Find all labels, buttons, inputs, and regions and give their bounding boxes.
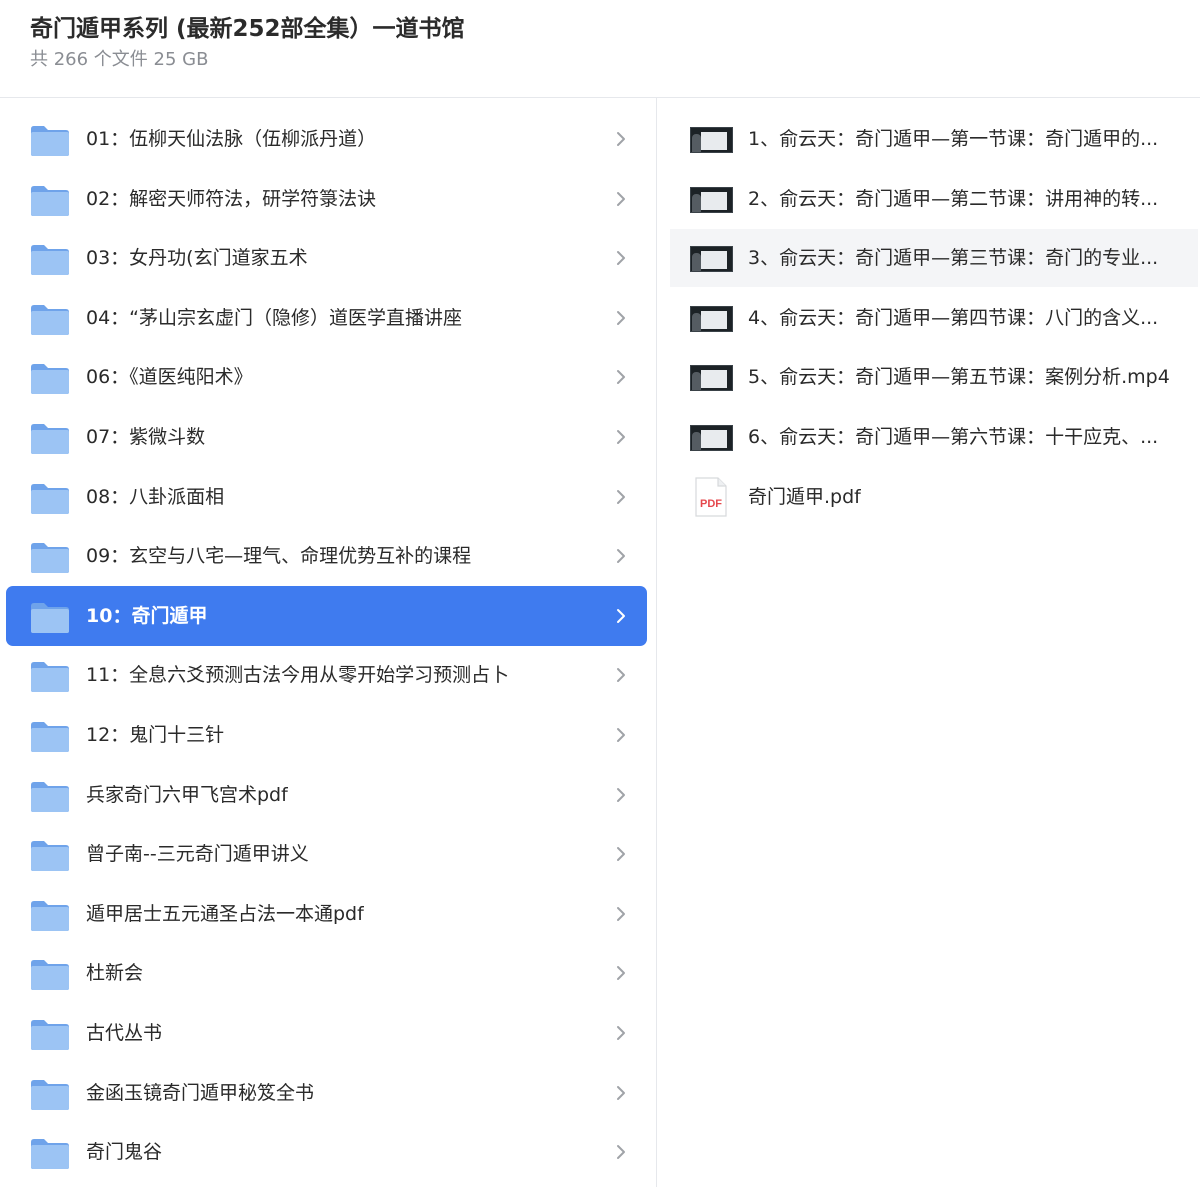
chevron-right-icon (613, 191, 629, 207)
folder-icon (30, 244, 70, 276)
file-label: 6、俞云天：奇门遁甲—第六节课：十干应克、... (748, 426, 1159, 448)
folder-icon (30, 185, 70, 217)
folder-icon (30, 483, 70, 515)
video-thumbnail (690, 425, 733, 451)
folder-label: 12：鬼门十三针 (86, 724, 225, 746)
folder-label: 10：奇门遁甲 (86, 604, 208, 627)
folder-label: 01：伍柳天仙法脉（伍柳派丹道） (86, 128, 377, 150)
folder-row[interactable]: 10：奇门遁甲 (6, 585, 647, 646)
folder-icon (30, 721, 70, 753)
folder-label: 杜新会 (86, 962, 144, 985)
folder-label: 遁甲居士五元通圣占法一本通pdf (86, 902, 364, 925)
folder-list: 01：伍柳天仙法脉（伍柳派丹道） 02：解密天师符法，研学符箓法诀 03：女丹功(玄… (0, 98, 657, 1187)
folder-row[interactable]: 04：“茅山宗玄虚门（隐修）道医学直播讲座 (6, 288, 647, 348)
folder-label: 兵家奇门六甲飞宫术pdf (86, 783, 288, 806)
folder-icon (30, 840, 70, 872)
folder-row[interactable]: 金函玉镜奇门遁甲秘笈全书 (6, 1063, 647, 1123)
folder-row[interactable]: 曾子南--三元奇门遁甲讲义 (6, 824, 647, 884)
folder-row[interactable]: 奇门鬼谷 (6, 1122, 647, 1182)
video-thumbnail (690, 305, 733, 332)
folder-label: 奇门鬼谷 (86, 1141, 163, 1164)
folder-row[interactable]: 兵家奇门六甲飞宫术pdf (6, 765, 647, 825)
folder-label: 09：玄空与八宅—理气、命理优势互补的课程 (86, 545, 472, 568)
folder-label: 03：女丹功(玄门道家五术 (86, 247, 308, 270)
file-row[interactable]: 5、俞云天：奇门遁甲—第五节课：案例分析.mp4 (670, 348, 1198, 406)
file-list: 1、俞云天：奇门遁甲—第一节课：奇门遁甲的... 2、俞云天：奇门遁甲—第二节课：… (658, 98, 1200, 1187)
file-row[interactable]: 6、俞云天：奇门遁甲—第六节课：十干应克、... (670, 408, 1198, 466)
folder-row[interactable]: 07：紫微斗数 (6, 407, 647, 467)
folder-row[interactable]: 03：女丹功(玄门道家五术 (6, 228, 647, 288)
folder-row[interactable]: 02：解密天师符法，研学符箓法诀 (6, 169, 647, 229)
folder-icon (30, 1019, 70, 1051)
folder-label: 04：“茅山宗玄虚门（隐修）道医学直播讲座 (86, 306, 463, 329)
file-label: 4、俞云天：奇门遁甲—第四节课：八门的含义... (748, 306, 1159, 329)
folder-row[interactable]: 06：《道医纯阳术》 (6, 347, 647, 407)
file-label: 3、俞云天：奇门遁甲—第三节课：奇门的专业... (748, 247, 1159, 270)
folder-row[interactable]: 09：玄空与八宅—理气、命理优势互补的课程 (6, 526, 647, 586)
folder-row[interactable]: 01：伍柳天仙法脉（伍柳派丹道） (6, 109, 647, 169)
file-row[interactable]: PDF 奇门遁甲.pdf (670, 468, 1198, 526)
folder-icon (30, 900, 70, 932)
folder-icon (30, 959, 70, 991)
video-thumbnail (690, 246, 733, 273)
folder-icon (30, 423, 70, 455)
folder-icon (30, 542, 70, 574)
page-header: 奇门遁甲系列 (最新252部全集）一道书馆 共 266 个文件 25 GB (0, 0, 1200, 98)
folder-row[interactable]: 11：全息六爻预测古法今用从零开始学习预测占卜 (6, 645, 647, 705)
folder-icon (30, 363, 70, 395)
file-row[interactable]: 3、俞云天：奇门遁甲—第三节课：奇门的专业... (670, 229, 1198, 288)
folder-label: 金函玉镜奇门遁甲秘笈全书 (86, 1081, 315, 1104)
chevron-right-icon (613, 429, 629, 445)
page-title: 奇门遁甲系列 (最新252部全集）一道书馆 (30, 16, 465, 42)
file-label: 1、俞云天：奇门遁甲—第一节课：奇门遁甲的... (748, 128, 1159, 150)
folder-icon (30, 1079, 70, 1111)
file-summary: 共 266 个文件 25 GB (30, 49, 209, 70)
chevron-right-icon (613, 489, 629, 505)
chevron-right-icon (613, 667, 629, 683)
video-thumbnail (690, 365, 733, 392)
chevron-right-icon (613, 787, 629, 803)
chevron-right-icon (613, 250, 629, 266)
chevron-right-icon (613, 727, 629, 743)
pdf-icon-text: PDF (700, 498, 722, 510)
folder-icon (30, 125, 70, 157)
video-thumbnail (690, 127, 733, 153)
folder-label: 古代丛书 (86, 1022, 163, 1044)
file-label: 2、俞云天：奇门遁甲—第二节课：讲用神的转... (748, 187, 1159, 210)
chevron-right-icon (613, 608, 629, 624)
chevron-right-icon (613, 369, 629, 385)
file-row[interactable]: 1、俞云天：奇门遁甲—第一节课：奇门遁甲的... (670, 110, 1198, 168)
folder-row[interactable]: 杜新会 (6, 943, 647, 1003)
file-row[interactable]: 4、俞云天：奇门遁甲—第四节课：八门的含义... (670, 289, 1198, 347)
folder-icon (30, 602, 70, 634)
chevron-right-icon (613, 1144, 629, 1160)
chevron-right-icon (613, 310, 629, 326)
video-thumbnail (690, 186, 733, 213)
chevron-right-icon (613, 965, 629, 981)
folder-row[interactable]: 古代丛书 (6, 1003, 647, 1063)
chevron-right-icon (613, 131, 629, 147)
file-row[interactable]: 2、俞云天：奇门遁甲—第二节课：讲用神的转... (670, 170, 1198, 228)
file-label: 5、俞云天：奇门遁甲—第五节课：案例分析.mp4 (748, 366, 1170, 389)
folder-icon (30, 781, 70, 813)
folder-label: 02：解密天师符法，研学符箓法诀 (86, 187, 377, 210)
folder-row[interactable]: 12：鬼门十三针 (6, 705, 647, 765)
folder-row[interactable]: 遁甲居士五元通圣占法一本通pdf (6, 884, 647, 944)
chevron-right-icon (613, 906, 629, 922)
folder-label: 曾子南--三元奇门遁甲讲义 (86, 843, 309, 866)
folder-label: 07：紫微斗数 (86, 426, 206, 448)
pdf-icon: PDF (694, 476, 728, 518)
chevron-right-icon (613, 846, 629, 862)
folder-label: 08：八卦派面相 (86, 485, 225, 508)
folder-icon (30, 304, 70, 336)
folder-icon (30, 661, 70, 693)
folder-icon (30, 1138, 70, 1170)
chevron-right-icon (613, 548, 629, 564)
chevron-right-icon (613, 1085, 629, 1101)
chevron-right-icon (613, 1025, 629, 1041)
folder-label: 11：全息六爻预测古法今用从零开始学习预测占卜 (86, 664, 510, 687)
folder-row[interactable]: 08：八卦派面相 (6, 467, 647, 527)
file-label: 奇门遁甲.pdf (748, 485, 861, 508)
folder-label: 06：《道医纯阳术》 (86, 366, 253, 389)
